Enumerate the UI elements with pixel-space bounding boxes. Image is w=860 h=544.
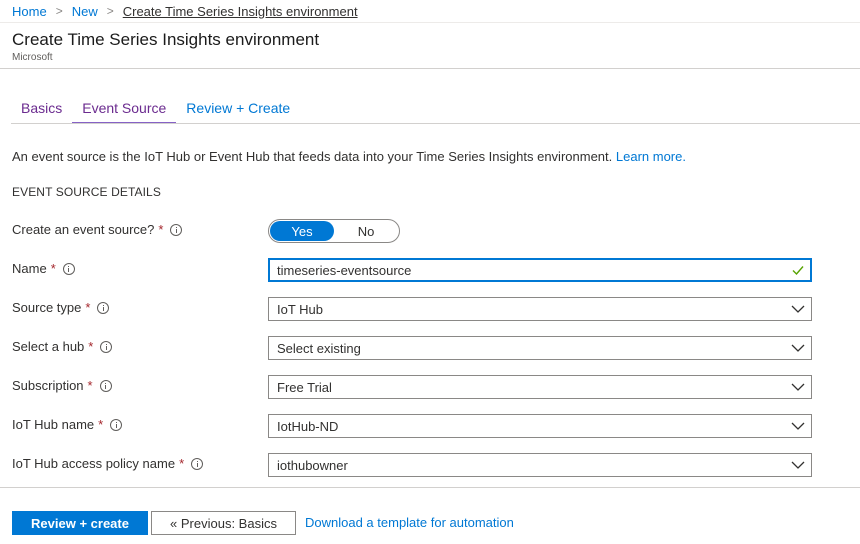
name-input[interactable] — [268, 258, 812, 282]
header-divider — [0, 68, 860, 69]
subscription-value: Free Trial — [277, 380, 332, 395]
review-create-button[interactable]: Review + create — [12, 511, 148, 535]
access-policy-label: IoT Hub access policy name * — [12, 456, 204, 471]
footer-divider — [0, 487, 860, 488]
breadcrumb-current[interactable]: Create Time Series Insights environment — [123, 4, 358, 19]
tabs-divider — [11, 123, 860, 124]
create-event-source-label: Create an event source? * — [12, 222, 183, 237]
subscription-label: Subscription * — [12, 378, 112, 393]
info-icon[interactable] — [62, 262, 75, 275]
source-type-label-text: Source type — [12, 300, 82, 315]
source-type-value: IoT Hub — [277, 302, 324, 317]
name-label-text: Name — [12, 261, 47, 276]
toggle-no[interactable]: No — [334, 221, 398, 241]
source-type-label: Source type * — [12, 300, 110, 315]
description-text: An event source is the IoT Hub or Event … — [12, 149, 613, 164]
download-template-link[interactable]: Download a template for automation — [305, 515, 514, 530]
subscription-label-text: Subscription — [12, 378, 84, 393]
chevron-right-icon: > — [55, 4, 63, 18]
access-policy-label-text: IoT Hub access policy name — [12, 456, 176, 471]
select-hub-label-text: Select a hub — [12, 339, 85, 354]
previous-basics-button[interactable]: « Previous: Basics — [151, 511, 296, 535]
select-hub-select[interactable]: Select existing — [268, 336, 812, 360]
chevron-right-icon: > — [106, 4, 114, 18]
tab-review-create[interactable]: Review + Create — [176, 96, 300, 124]
iot-hub-name-label: IoT Hub name * — [12, 417, 123, 432]
breadcrumb-home[interactable]: Home — [12, 4, 47, 19]
breadcrumb-new[interactable]: New — [72, 4, 98, 19]
required-marker: * — [158, 222, 164, 237]
required-marker: * — [87, 378, 93, 393]
required-marker: * — [50, 261, 56, 276]
toggle-yes[interactable]: Yes — [270, 221, 334, 241]
chevron-down-icon — [791, 344, 805, 352]
info-icon[interactable] — [97, 301, 110, 314]
breadcrumb: Home > New > Create Time Series Insights… — [12, 2, 358, 20]
subscription-row: Subscription * Free Trial — [12, 375, 812, 399]
access-policy-row: IoT Hub access policy name * iothubowner — [12, 453, 812, 477]
select-hub-row: Select a hub * Select existing — [12, 336, 812, 360]
chevron-down-icon — [791, 305, 805, 313]
section-heading: EVENT SOURCE DETAILS — [12, 185, 161, 199]
description: An event source is the IoT Hub or Event … — [12, 149, 686, 164]
chevron-down-icon — [791, 383, 805, 391]
access-policy-select[interactable]: iothubowner — [268, 453, 812, 477]
required-marker: * — [179, 456, 185, 471]
create-event-source-toggle: Yes No — [268, 219, 400, 243]
tab-basics[interactable]: Basics — [11, 96, 72, 124]
select-hub-label: Select a hub * — [12, 339, 113, 354]
tab-event-source[interactable]: Event Source — [72, 96, 177, 124]
info-icon[interactable] — [110, 418, 123, 431]
name-label: Name * — [12, 261, 75, 276]
iot-hub-name-row: IoT Hub name * IotHub-ND — [12, 414, 812, 438]
source-type-select[interactable]: IoT Hub — [268, 297, 812, 321]
info-icon[interactable] — [99, 379, 112, 392]
select-hub-value: Select existing — [277, 341, 361, 356]
source-type-row: Source type * IoT Hub — [12, 297, 812, 321]
chevron-down-icon — [791, 422, 805, 430]
required-marker: * — [98, 417, 104, 432]
publisher-label: Microsoft — [12, 52, 53, 63]
iot-hub-name-select[interactable]: IotHub-ND — [268, 414, 812, 438]
name-row: Name * — [12, 258, 812, 282]
check-icon — [792, 266, 804, 276]
subscription-select[interactable]: Free Trial — [268, 375, 812, 399]
access-policy-value: iothubowner — [277, 458, 348, 473]
info-icon[interactable] — [100, 340, 113, 353]
wizard-tabs: Basics Event Source Review + Create — [11, 96, 300, 124]
info-icon[interactable] — [170, 223, 183, 236]
required-marker: * — [85, 300, 91, 315]
info-icon[interactable] — [191, 457, 204, 470]
top-divider — [0, 22, 860, 23]
create-event-source-row: Create an event source? * Yes No — [12, 219, 812, 243]
page-title: Create Time Series Insights environment — [12, 30, 320, 49]
create-event-source-label-text: Create an event source? — [12, 222, 155, 237]
required-marker: * — [88, 339, 94, 354]
iot-hub-name-value: IotHub-ND — [277, 419, 339, 434]
iot-hub-name-label-text: IoT Hub name — [12, 417, 95, 432]
chevron-down-icon — [791, 461, 805, 469]
learn-more-link[interactable]: Learn more. — [616, 149, 686, 164]
